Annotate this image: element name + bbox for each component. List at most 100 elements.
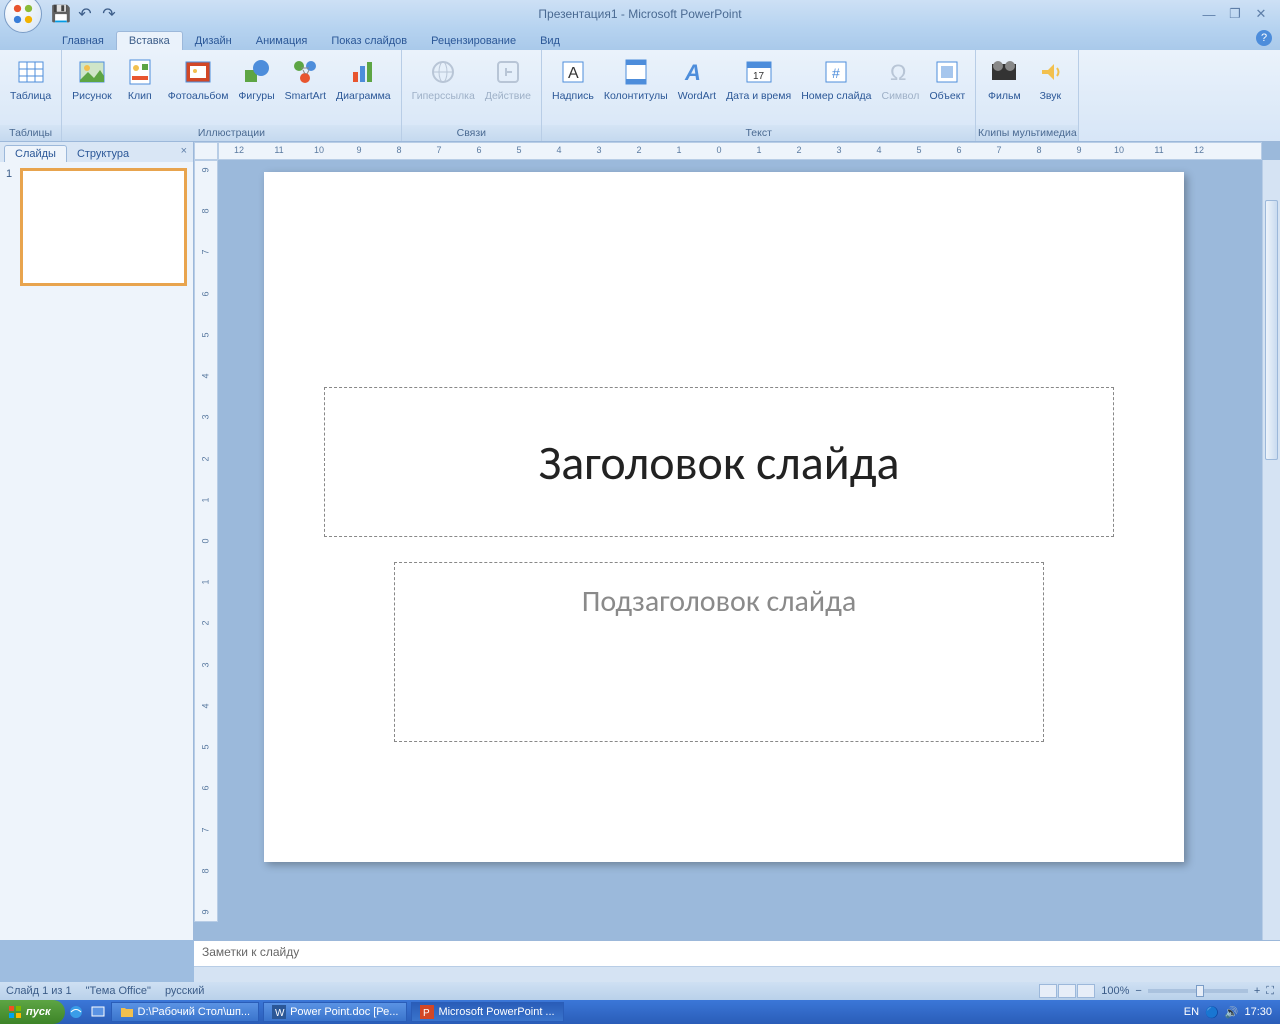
- ribbon-smartart-button[interactable]: SmartArt: [281, 54, 330, 104]
- tab-view[interactable]: Вид: [528, 32, 572, 50]
- taskbar: пуск D:\Рабочий Стол\шп... W Power Point…: [0, 1000, 1280, 1024]
- ribbon-headerfooter-button[interactable]: Колонтитулы: [600, 54, 672, 104]
- zoom-out-button[interactable]: −: [1135, 985, 1141, 997]
- save-button[interactable]: 💾: [52, 5, 70, 23]
- tab-insert[interactable]: Вставка: [116, 31, 183, 50]
- ribbon-button-label: Дата и время: [726, 90, 791, 102]
- title-placeholder[interactable]: Заголовок слайда: [324, 387, 1114, 537]
- tray-volume-icon[interactable]: 🔊: [1225, 1006, 1239, 1019]
- quicklaunch-ie-icon[interactable]: [66, 1002, 86, 1022]
- ribbon-group: ФильмЗвукКлипы мультимедиа: [976, 50, 1079, 141]
- object-icon: [931, 56, 963, 88]
- edit-area: 1211109876543210123456789101112 98765432…: [194, 142, 1280, 940]
- taskbar-item[interactable]: W Power Point.doc [Ре...: [263, 1002, 407, 1022]
- tab-animation[interactable]: Анимация: [244, 32, 320, 50]
- shapes-icon: [241, 56, 273, 88]
- ribbon: ТаблицаТаблицыРисунокКлипФотоальбомФигур…: [0, 50, 1280, 142]
- taskbar-item[interactable]: P Microsoft PowerPoint ...: [411, 1002, 563, 1022]
- redo-button[interactable]: ↷: [100, 5, 118, 23]
- chart-icon: [347, 56, 379, 88]
- ribbon-button-label: Надпись: [552, 90, 594, 102]
- ribbon-textbox-button[interactable]: AНадпись: [548, 54, 598, 104]
- ribbon-button-label: Номер слайда: [801, 90, 871, 102]
- tab-slides[interactable]: Слайды: [4, 145, 67, 162]
- datetime-icon: 17: [743, 56, 775, 88]
- picture-icon: [76, 56, 108, 88]
- start-button[interactable]: пуск: [0, 1000, 65, 1024]
- ribbon-button-label: Объект: [929, 90, 965, 102]
- ribbon-object-button[interactable]: Объект: [925, 54, 969, 104]
- ribbon-datetime-button[interactable]: 17 Дата и время: [722, 54, 795, 104]
- view-buttons: [1039, 984, 1095, 998]
- ribbon-wordart-button[interactable]: A WordArt: [674, 54, 720, 104]
- album-icon: [182, 56, 214, 88]
- ribbon-table-button[interactable]: Таблица: [6, 54, 55, 104]
- tray-network-icon[interactable]: 🔵: [1205, 1006, 1219, 1019]
- zoom-knob[interactable]: [1196, 985, 1204, 997]
- status-theme: "Тема Office": [86, 985, 151, 997]
- ribbon-picture-button[interactable]: Рисунок: [68, 54, 116, 104]
- status-bar: Слайд 1 из 1 "Тема Office" русский 100% …: [0, 982, 1280, 1000]
- folder-icon: [120, 1005, 134, 1019]
- view-sorter-button[interactable]: [1058, 984, 1076, 998]
- powerpoint-icon: P: [420, 1005, 434, 1019]
- minimize-button[interactable]: —: [1200, 5, 1218, 23]
- ribbon-album-button[interactable]: Фотоальбом: [164, 54, 233, 104]
- zoom-fit-button[interactable]: ⛶: [1266, 985, 1274, 998]
- status-language: русский: [165, 985, 204, 997]
- vertical-ruler: 9876543210123456789: [194, 160, 218, 922]
- ribbon-sound-button[interactable]: Звук: [1028, 54, 1072, 104]
- tab-design[interactable]: Дизайн: [183, 32, 244, 50]
- panel-tabs: Слайды Структура ×: [0, 142, 193, 162]
- notes-pane[interactable]: Заметки к слайду: [194, 940, 1280, 966]
- undo-button[interactable]: ↶: [76, 5, 94, 23]
- slide-thumbnail[interactable]: 1: [6, 168, 187, 286]
- ribbon-chart-button[interactable]: Диаграмма: [332, 54, 395, 104]
- ribbon-symbol-button: ΩСимвол: [877, 54, 923, 104]
- thumbnail-number: 1: [6, 168, 16, 286]
- ribbon-shapes-button[interactable]: Фигуры: [234, 54, 278, 104]
- slide-canvas[interactable]: Заголовок слайда Подзаголовок слайда: [264, 172, 1184, 862]
- ribbon-group-label: Иллюстрации: [62, 125, 400, 141]
- tab-review[interactable]: Рецензирование: [419, 32, 528, 50]
- slidenum-icon: #: [820, 56, 852, 88]
- view-normal-button[interactable]: [1039, 984, 1057, 998]
- movie-icon: [988, 56, 1020, 88]
- maximize-button[interactable]: ❐: [1226, 5, 1244, 23]
- thumbnails: 1: [0, 162, 193, 940]
- scrollbar-thumb[interactable]: [1265, 200, 1278, 460]
- taskbar-item[interactable]: D:\Рабочий Стол\шп...: [111, 1002, 260, 1022]
- ribbon-button-label: Рисунок: [72, 90, 112, 102]
- title-bar: 💾 ↶ ↷ Презентация1 - Microsoft PowerPoin…: [0, 0, 1280, 28]
- window-title: Презентация1 - Microsoft PowerPoint: [0, 7, 1280, 21]
- tray-clock[interactable]: 17:30: [1244, 1006, 1272, 1018]
- subtitle-placeholder[interactable]: Подзаголовок слайда: [394, 562, 1044, 742]
- tab-outline[interactable]: Структура: [67, 146, 139, 162]
- view-slideshow-button[interactable]: [1077, 984, 1095, 998]
- tab-home[interactable]: Главная: [50, 32, 116, 50]
- ribbon-link-button: Гиперссылка: [408, 54, 479, 104]
- ribbon-movie-button[interactable]: Фильм: [982, 54, 1026, 104]
- close-button[interactable]: ✕: [1252, 5, 1270, 23]
- tray-language[interactable]: EN: [1184, 1006, 1199, 1018]
- ribbon-group: AНадписьКолонтитулы A WordArt 17 Дата и врем…: [542, 50, 976, 141]
- ribbon-button-label: Диаграмма: [336, 90, 391, 102]
- zoom-slider[interactable]: [1148, 989, 1248, 993]
- ribbon-button-label: Таблица: [10, 90, 51, 102]
- zoom-value: 100%: [1101, 985, 1129, 997]
- ribbon-slidenum-button[interactable]: # Номер слайда: [797, 54, 875, 104]
- sound-icon: [1034, 56, 1066, 88]
- ribbon-button-label: WordArt: [678, 90, 716, 102]
- zoom-in-button[interactable]: +: [1254, 985, 1260, 997]
- quicklaunch-desktop-icon[interactable]: [88, 1002, 108, 1022]
- slide-panel: Слайды Структура × 1: [0, 142, 194, 940]
- ribbon-clip-button[interactable]: Клип: [118, 54, 162, 104]
- vertical-scrollbar[interactable]: [1262, 160, 1280, 940]
- ribbon-button-label: Фильм: [988, 90, 1021, 102]
- wordart-icon: A: [681, 56, 713, 88]
- tab-slideshow[interactable]: Показ слайдов: [319, 32, 419, 50]
- help-icon[interactable]: ?: [1256, 30, 1272, 46]
- ribbon-tabs: Главная Вставка Дизайн Анимация Показ сл…: [0, 28, 1280, 50]
- svg-text:17: 17: [753, 71, 765, 82]
- panel-close-icon[interactable]: ×: [181, 145, 187, 157]
